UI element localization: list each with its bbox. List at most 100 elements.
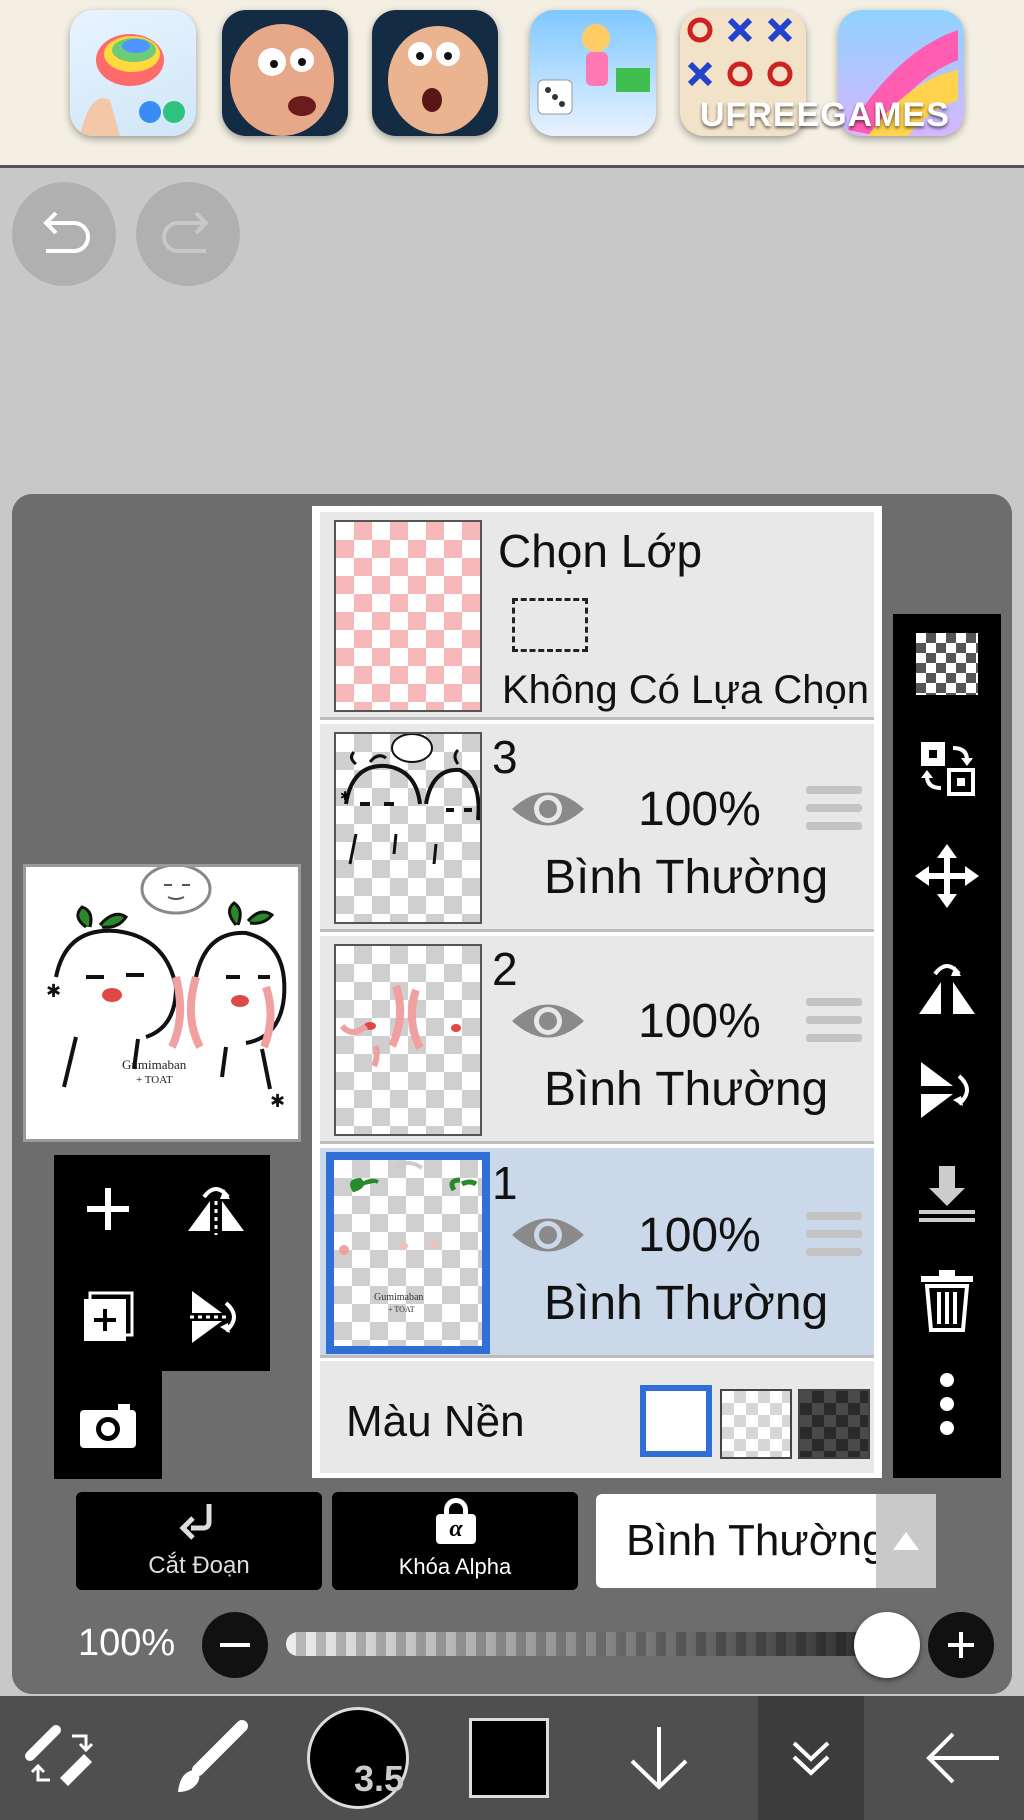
svg-text:✱: ✱ [270,1091,285,1111]
back-button[interactable] [908,1696,1018,1820]
merge-down-button[interactable] [893,1144,1001,1244]
brush-size-value: 3.5 [353,1758,404,1799]
alpha-lock-label: Khóa Alpha [398,1554,512,1579]
brush-tool-button[interactable] [160,1696,260,1820]
layer-3-thumbnail: ✱ [334,732,482,924]
tool-grid-gap [162,1371,270,1479]
layer-1-blend-mode: Bình Thường [544,1277,829,1330]
visibility-eye-icon[interactable] [510,1210,586,1260]
layer-3-blend-mode: Bình Thường [544,851,829,904]
brush-size-button[interactable]: 3.5 [300,1696,416,1820]
selection-marquee-icon [512,598,588,652]
pop-it-game-icon[interactable] [70,10,196,136]
clipping-button[interactable]: Cắt Đoạn [76,1492,322,1590]
camera-icon [80,1404,136,1448]
clip-arrow-icon [179,1504,212,1540]
background-dark-checker-swatch[interactable] [798,1389,870,1459]
head-face-game-icon[interactable] [372,10,498,136]
visibility-eye-icon[interactable] [510,784,586,834]
layer-2-thumbnail [334,944,482,1136]
more-vertical-icon [940,1373,954,1435]
svg-text:Gumimaban: Gumimaban [374,1292,423,1303]
selection-layer-title: Chọn Lớp [498,525,703,577]
background-color-row: Màu Nền [320,1361,874,1473]
chevron-up-icon[interactable] [876,1494,936,1588]
swap-icon [921,742,975,796]
delete-layer-button[interactable] [893,1250,1001,1350]
head-face-game-icon[interactable] [222,10,348,136]
canvas-preview[interactable]: ✱ ✱ Gumimaban + TOAT [23,864,301,1142]
opacity-increase-button[interactable] [928,1612,994,1678]
visibility-eye-icon[interactable] [510,996,586,1046]
layer-1-thumbnail: Gumimaban + TOAT [326,1152,490,1354]
layer-3-number: 3 [492,731,518,783]
flip-vertical-layer-button[interactable] [162,1263,270,1371]
background-transparent-swatch[interactable] [720,1389,792,1459]
svg-text:+ TOAT: + TOAT [388,1305,415,1314]
checkerboard-icon [916,633,978,695]
bottom-toolbar: 3.5 [0,1696,1024,1820]
lock-icon: α [436,1498,476,1544]
layer-row-1[interactable]: Gumimaban + TOAT 1 100% Bình Thường [320,1148,874,1358]
drag-handle-icon[interactable] [806,1212,862,1266]
plus-icon [948,1632,974,1658]
flip-horizontal-button[interactable] [893,936,1001,1036]
flip-vertical-icon [190,1291,236,1343]
move-down-button[interactable] [612,1696,706,1820]
layer-2-blend-mode: Bình Thường [544,1063,829,1116]
layer-2-number: 2 [492,943,518,995]
preview-caption-line2: + TOAT [136,1074,173,1086]
flip-horizontal-icon [188,1187,244,1235]
flip-vertical-icon [921,1062,969,1118]
drag-handle-icon[interactable] [806,786,862,840]
arrow-left-icon [926,1732,999,1784]
layer-3-opacity: 100% [638,783,761,836]
plus-icon [87,1188,129,1230]
layer-tools [54,1155,270,1479]
svg-text:✱: ✱ [340,789,350,803]
selection-status: Không Có Lựa Chọn [502,668,870,712]
flip-horizontal-icon [919,964,975,1014]
brush-icon [178,1720,248,1792]
layer-row-3[interactable]: ✱ 3 100% Bình Thường [320,724,874,932]
background-color-label: Màu Nền [346,1397,525,1446]
flip-vertical-button[interactable] [893,1040,1001,1140]
current-color-swatch [469,1718,549,1798]
flip-horizontal-layer-button[interactable] [162,1155,270,1263]
add-layer-button[interactable] [54,1155,162,1263]
move-arrows-icon [915,844,979,908]
drag-handle-icon[interactable] [806,998,862,1052]
trash-icon [921,1270,973,1332]
camera-layer-button[interactable] [54,1371,162,1479]
ad-brand-text: UFREEGAMES [700,96,950,134]
opacity-slider[interactable] [286,1632,906,1656]
blend-mode-select[interactable]: Bình Thường [596,1494,936,1588]
opacity-value: 100% [78,1622,176,1664]
opacity-decrease-button[interactable] [202,1612,268,1678]
arrow-down-icon [630,1727,688,1790]
selection-layer-row[interactable]: Chọn Lớp Không Có Lựa Chọn [320,512,874,720]
more-options-button[interactable] [893,1354,1001,1454]
transparency-button[interactable] [893,614,1001,714]
add-copy-icon [84,1291,134,1341]
layer-1-number: 1 [492,1157,518,1209]
color-button[interactable] [456,1696,562,1820]
runner-dice-game-icon[interactable] [530,10,656,136]
layer-right-toolbar [893,614,1001,1478]
opacity-slider-knob[interactable] [854,1612,920,1678]
redo-icon [162,211,209,253]
minus-icon [220,1643,250,1647]
alpha-symbol: α [436,1514,476,1544]
merge-down-icon [919,1166,975,1222]
duplicate-layer-button[interactable] [54,1263,162,1371]
redo-button[interactable] [136,182,240,286]
move-layer-button[interactable] [893,826,1001,926]
swap-layer-button[interactable] [893,718,1001,818]
undo-button[interactable] [12,182,116,286]
layers-button[interactable] [758,1696,864,1820]
alpha-lock-button[interactable]: α Khóa Alpha [332,1492,578,1590]
ad-banner[interactable]: UFREEGAMES [0,0,1024,168]
layer-row-2[interactable]: 2 100% Bình Thường [320,936,874,1144]
transform-eraser-button[interactable] [0,1696,124,1820]
background-white-swatch[interactable] [640,1385,712,1457]
